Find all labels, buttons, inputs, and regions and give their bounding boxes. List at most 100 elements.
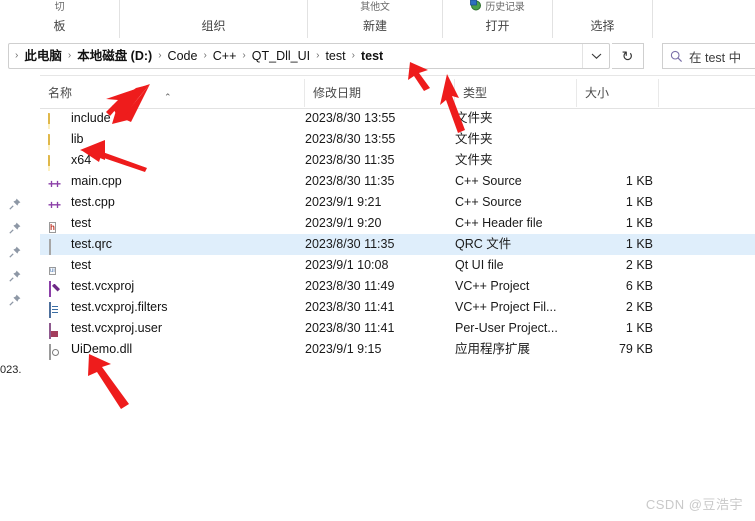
ribbon-group-new[interactable]: 其他文 新建	[308, 0, 443, 38]
pin-icon[interactable]	[8, 197, 22, 211]
refresh-button[interactable]: ↻	[612, 43, 644, 69]
pin-icon[interactable]	[8, 221, 22, 235]
table-row[interactable]: h test 2023/9/1 9:20 C++ Header file 1 K…	[40, 213, 755, 234]
breadcrumb-item-cpp[interactable]: C++	[209, 46, 241, 66]
file-size-cell: 2 KB	[625, 300, 653, 314]
file-list-header: 名称 ⌃ 修改日期 类型 大小	[40, 79, 755, 109]
breadcrumb-item-local-disk-d[interactable]: 本地磁盘 (D:)	[73, 46, 156, 66]
column-header-empty	[659, 79, 755, 107]
column-header-type-label: 类型	[463, 86, 488, 100]
breadcrumb-separator-1: ›	[67, 50, 72, 61]
file-date-cell: 2023/8/30 11:35	[305, 174, 395, 188]
table-row[interactable]: ++ test.cpp 2023/9/1 9:21 C++ Source 1 K…	[40, 192, 755, 213]
vcxproj-user-icon	[48, 321, 64, 339]
table-row[interactable]: test.vcxproj.user 2023/8/30 11:41 Per-Us…	[40, 318, 755, 339]
file-date-cell: 2023/8/30 11:35	[305, 237, 395, 251]
breadcrumb-item-qt-dll-ui[interactable]: QT_Dll_UI	[248, 46, 314, 66]
column-header-size-label: 大小	[585, 86, 610, 100]
breadcrumb-item-code[interactable]: Code	[164, 46, 202, 66]
ribbon-group-organize-label: 组织	[201, 19, 226, 33]
file-type-cell: C++ Source	[455, 174, 522, 188]
ribbon-group-filler	[653, 0, 755, 38]
file-name-cell[interactable]: lib	[48, 129, 298, 150]
file-date-cell: 2023/9/1 10:08	[305, 258, 389, 272]
file-name-label: test	[71, 258, 92, 272]
file-name-cell[interactable]: ui test	[48, 255, 298, 276]
file-name-label: test.qrc	[71, 237, 112, 251]
breadcrumb-separator-4: ›	[242, 50, 246, 61]
ribbon-group-clipboard-glyphs: 切	[0, 0, 119, 14]
file-type-cell: VC++ Project Fil...	[455, 300, 557, 314]
file-name-label: UiDemo.dll	[71, 342, 133, 356]
file-name-label: include	[71, 111, 111, 125]
file-type-cell: C++ Header file	[455, 216, 543, 230]
pin-icon[interactable]	[8, 245, 22, 259]
cpp-source-icon: ++	[48, 176, 61, 191]
file-size-cell: 1 KB	[625, 321, 653, 335]
search-field[interactable]: 在 test 中	[662, 43, 755, 69]
dll-file-icon	[48, 342, 64, 360]
table-row[interactable]: ui test 2023/9/1 10:08 Qt UI file 2 KB	[40, 255, 755, 276]
file-name-label: test.vcxproj.filters	[71, 300, 168, 314]
table-row[interactable]: test.vcxproj 2023/8/30 11:49 VC++ Projec…	[40, 276, 755, 297]
file-name-cell[interactable]: ++ test.cpp	[48, 192, 298, 213]
ribbon-group-open-label: 打开	[485, 19, 510, 33]
file-date-cell: 2023/9/1 9:21	[305, 195, 382, 209]
file-name-cell[interactable]: test.vcxproj.user	[48, 318, 298, 339]
table-row[interactable]: test.vcxproj.filters 2023/8/30 11:41 VC+…	[40, 297, 755, 318]
ribbon-open-hint: 历史记录	[485, 1, 525, 13]
ribbon-group-organize[interactable]: 组织	[120, 0, 308, 38]
file-date-cell: 2023/8/30 13:55	[305, 132, 396, 146]
breadcrumb-item-test-current[interactable]: test	[357, 46, 387, 66]
column-header-date-label: 修改日期	[313, 86, 362, 100]
ribbon-group-select[interactable]: 选择	[553, 0, 653, 38]
table-row[interactable]: UiDemo.dll 2023/9/1 9:15 应用程序扩展 79 KB	[40, 339, 755, 360]
qt-ui-file-icon: ui	[49, 266, 56, 275]
breadcrumb-item-test-parent[interactable]: test	[321, 46, 349, 66]
column-header-name-label: 名称	[48, 86, 73, 100]
file-list: include 2023/8/30 13:55 文件夹 lib 2023/8/3…	[40, 108, 755, 408]
chevron-down-icon[interactable]	[582, 44, 609, 68]
file-name-cell[interactable]: test.vcxproj.filters	[48, 297, 298, 318]
column-header-date-modified[interactable]: 修改日期	[305, 79, 455, 107]
table-row[interactable]: ++ main.cpp 2023/8/30 11:35 C++ Source 1…	[40, 171, 755, 192]
column-header-type[interactable]: 类型	[455, 79, 577, 107]
vcxproj-icon	[48, 279, 64, 297]
column-header-size[interactable]: 大小	[577, 79, 659, 107]
breadcrumb-item-this-pc[interactable]: 此电脑	[20, 46, 66, 66]
ribbon-group-clipboard-label: 板	[53, 19, 66, 33]
file-name-label: test	[71, 216, 92, 230]
file-type-cell: Per-User Project...	[455, 321, 558, 335]
cpp-header-icon: h	[49, 221, 56, 233]
address-bar[interactable]: › 此电脑 › 本地磁盘 (D:) › Code › C++ › QT_Dll_…	[8, 43, 610, 69]
file-name-cell[interactable]: test.vcxproj	[48, 276, 298, 297]
table-row[interactable]: test.qrc 2023/8/30 11:35 QRC 文件 1 KB	[40, 234, 755, 255]
table-row[interactable]: x64 2023/8/30 11:35 文件夹	[40, 150, 755, 171]
breadcrumb-separator-0: ›	[15, 50, 19, 61]
breadcrumb-separator-3: ›	[203, 50, 207, 61]
table-row[interactable]: include 2023/8/30 13:55 文件夹	[40, 108, 755, 129]
sort-ascending-icon: ⌃	[164, 92, 172, 102]
file-type-cell: VC++ Project	[455, 279, 530, 293]
file-name-cell[interactable]: UiDemo.dll	[48, 339, 298, 360]
vcxproj-filters-icon	[48, 300, 64, 318]
file-size-cell: 1 KB	[625, 174, 653, 188]
breadcrumb-separator-2: ›	[158, 50, 162, 61]
breadcrumb[interactable]: › 此电脑 › 本地磁盘 (D:) › Code › C++ › QT_Dll_…	[9, 46, 582, 66]
pin-icon[interactable]	[8, 293, 22, 307]
file-name-cell[interactable]: h test	[48, 213, 298, 234]
column-header-name[interactable]: 名称 ⌃	[40, 79, 305, 107]
file-name-label: lib	[71, 132, 84, 146]
ribbon-group-new-label: 新建	[362, 19, 387, 33]
file-type-cell: QRC 文件	[455, 237, 512, 251]
file-name-cell[interactable]: ++ main.cpp	[48, 171, 298, 192]
file-name-cell[interactable]: x64	[48, 150, 298, 171]
file-name-cell[interactable]: test.qrc	[48, 234, 298, 255]
ribbon-group-select-label: 选择	[590, 19, 615, 33]
file-name-cell[interactable]: include	[48, 108, 298, 129]
ribbon-group-clipboard[interactable]: 切 板	[0, 0, 120, 38]
folder-icon	[48, 132, 64, 150]
ribbon-group-open[interactable]: 历史记录 打开	[443, 0, 553, 38]
table-row[interactable]: lib 2023/8/30 13:55 文件夹	[40, 129, 755, 150]
pin-icon[interactable]	[8, 269, 22, 283]
